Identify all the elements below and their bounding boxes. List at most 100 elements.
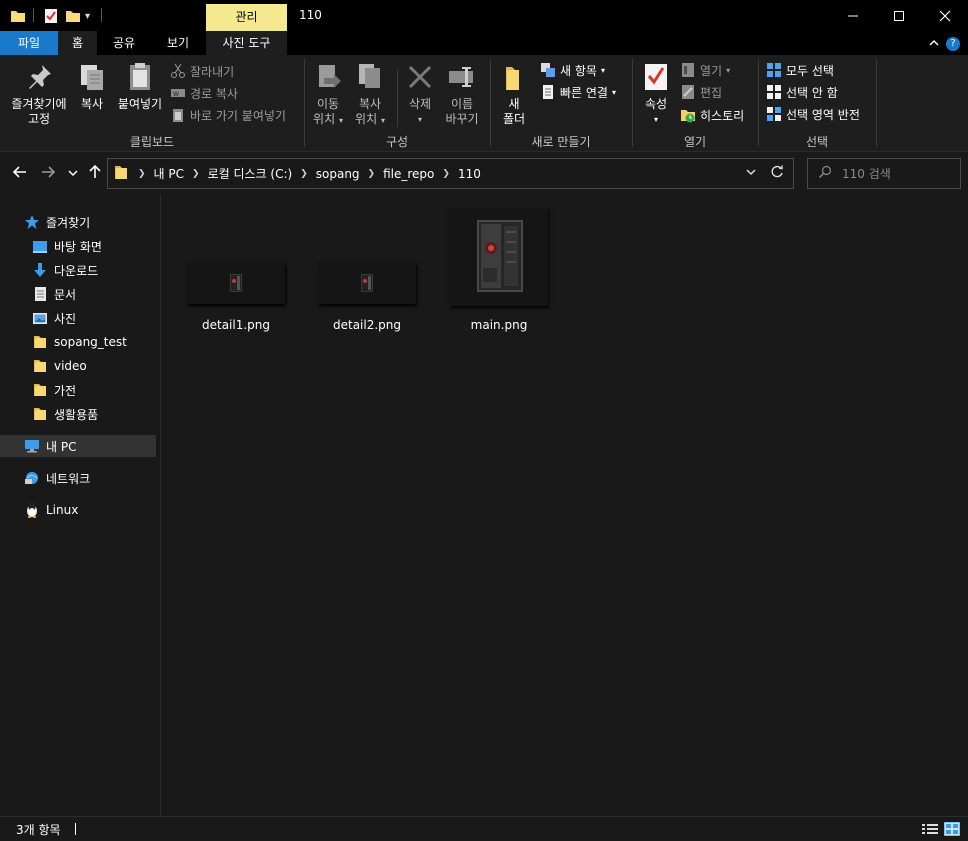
refresh-icon[interactable]: [769, 164, 785, 184]
document-icon: [32, 286, 48, 302]
help-button[interactable]: ?: [946, 31, 962, 55]
chevron-right-icon[interactable]: ❯: [442, 169, 450, 179]
properties-chevron-down-icon: ▾: [653, 115, 658, 124]
paste-shortcut-icon: [170, 107, 186, 123]
search-icon: [818, 165, 832, 182]
select-all-label: 모두 선택: [786, 63, 834, 78]
sidebar-item-label: Linux: [46, 503, 79, 517]
sidebar-item-household[interactable]: 생활용품: [32, 403, 156, 425]
minimize-button[interactable]: [830, 0, 876, 31]
copy-to-button[interactable]: 복사 위치 ▾: [352, 61, 388, 128]
close-button[interactable]: [922, 0, 968, 31]
folder-icon: [114, 164, 128, 183]
breadcrumb-this-pc[interactable]: 내 PC: [154, 165, 184, 182]
open-icon: [680, 62, 696, 78]
maximize-button[interactable]: [876, 0, 922, 31]
customize-toolbar-chevron-icon[interactable]: ▾: [85, 7, 90, 25]
sidebar-item-label: 가전: [54, 383, 77, 398]
address-history-chevron-down-icon[interactable]: [745, 166, 757, 181]
sidebar-item-downloads[interactable]: 다운로드 📌: [32, 259, 187, 281]
search-input[interactable]: [842, 166, 952, 181]
history-icon: [680, 107, 696, 123]
cut-button[interactable]: 잘라내기: [170, 61, 234, 81]
sidebar-item-video[interactable]: video: [32, 355, 156, 377]
pc-case-image: [477, 220, 523, 292]
pin-to-quick-access-button[interactable]: 즐겨찾기에 고정: [6, 61, 72, 127]
delete-chevron-down-icon: ▾: [417, 115, 422, 124]
navigation-bar: ❯ 내 PC ❯ 로컬 디스크 (C:) ❯ sopang ❯ file_rep…: [0, 152, 968, 194]
chevron-right-icon[interactable]: ❯: [300, 169, 308, 179]
history-label: 히스토리: [700, 108, 745, 123]
invert-selection-button[interactable]: 선택 영역 반전: [766, 104, 860, 124]
new-folder-label-line1: 새: [508, 97, 520, 111]
file-item-detail2[interactable]: detail2.png: [312, 206, 422, 336]
edit-button[interactable]: 편집: [680, 82, 722, 102]
sidebar-item-linux[interactable]: Linux: [24, 499, 180, 521]
open-button[interactable]: 열기 ▾: [680, 60, 730, 80]
delete-button[interactable]: 삭제 ▾: [404, 61, 436, 127]
toolbar-separator: [33, 8, 34, 22]
breadcrumb-current-folder[interactable]: 110: [458, 167, 481, 181]
select-none-button[interactable]: 선택 안 함: [766, 82, 838, 102]
select-none-icon: [766, 84, 782, 100]
collapse-ribbon-button[interactable]: [928, 31, 942, 55]
easy-access-button[interactable]: 빠른 연결 ▾: [540, 82, 616, 102]
recent-locations-chevron-down-icon[interactable]: [68, 168, 78, 181]
tab-file[interactable]: 파일: [0, 31, 58, 55]
large-icons-view-icon[interactable]: [943, 821, 961, 839]
properties-check-icon[interactable]: [43, 7, 59, 25]
back-arrow-icon[interactable]: [12, 164, 28, 184]
sidebar-item-network[interactable]: 네트워크: [24, 467, 180, 489]
tab-picture-tools[interactable]: 사진 도구: [206, 31, 287, 55]
file-item-main[interactable]: main.png: [444, 206, 554, 336]
move-to-icon: [312, 61, 344, 93]
rename-button[interactable]: 이름 바꾸기: [442, 61, 482, 127]
breadcrumb-file-repo[interactable]: file_repo: [383, 167, 434, 181]
select-all-button[interactable]: 모두 선택: [766, 60, 834, 80]
sidebar-item-this-pc[interactable]: 내 PC: [0, 435, 156, 457]
sidebar-item-label: 내 PC: [46, 439, 77, 454]
invert-selection-label: 선택 영역 반전: [786, 107, 860, 122]
new-item-label: 새 항목: [560, 63, 597, 78]
sidebar-item-label: 네트워크: [46, 471, 91, 486]
sidebar-item-documents[interactable]: 문서 📌: [32, 283, 187, 305]
network-icon: [24, 470, 40, 486]
sidebar-item-sopang-test[interactable]: sopang_test: [32, 331, 156, 353]
sidebar-item-quick-access[interactable]: 즐겨찾기: [24, 211, 180, 233]
chevron-right-icon[interactable]: ❯: [368, 169, 376, 179]
new-folder-icon[interactable]: [65, 7, 81, 25]
folder-icon: [32, 406, 48, 422]
up-arrow-icon[interactable]: [87, 164, 103, 184]
paste-label: 붙여넣기: [117, 97, 163, 111]
search-box[interactable]: [807, 158, 961, 189]
image-thumbnail: [186, 206, 286, 306]
copy-path-button[interactable]: W 경로 복사: [170, 83, 238, 103]
delete-x-icon: [404, 61, 436, 93]
copy-button[interactable]: 복사: [76, 61, 108, 112]
move-to-button[interactable]: 이동 위치 ▾: [310, 61, 346, 128]
chevron-right-icon[interactable]: ❯: [192, 169, 200, 179]
new-item-button[interactable]: 새 항목 ▾: [540, 60, 605, 80]
sidebar-item-appliances[interactable]: 가전: [32, 379, 156, 401]
folder-icon[interactable]: [10, 7, 26, 25]
breadcrumb-local-disk[interactable]: 로컬 디스크 (C:): [208, 165, 293, 182]
star-icon: [24, 214, 40, 230]
tab-view[interactable]: 보기: [155, 31, 201, 55]
sidebar-item-pictures[interactable]: 사진 📌: [32, 307, 187, 329]
tab-home[interactable]: 홈: [58, 31, 97, 55]
file-item-detail1[interactable]: detail1.png: [181, 206, 291, 336]
tab-manage[interactable]: 관리: [206, 4, 287, 31]
address-bar[interactable]: ❯ 내 PC ❯ 로컬 디스크 (C:) ❯ sopang ❯ file_rep…: [107, 158, 794, 189]
sidebar-item-desktop[interactable]: 바탕 화면 📌: [32, 235, 187, 257]
history-button[interactable]: 히스토리: [680, 105, 744, 125]
new-item-chevron-down-icon: ▾: [600, 65, 605, 75]
details-view-icon[interactable]: [922, 823, 938, 838]
properties-button[interactable]: 속성 ▾: [640, 61, 672, 127]
paste-shortcut-button[interactable]: 바로 가기 붙여넣기: [170, 105, 286, 125]
breadcrumb-sopang[interactable]: sopang: [316, 167, 360, 181]
forward-arrow-icon[interactable]: [40, 164, 56, 184]
tab-share[interactable]: 공유: [104, 31, 144, 55]
new-folder-button[interactable]: 새 폴더: [498, 61, 530, 127]
organize-group-label: 구성: [385, 135, 409, 149]
paste-button[interactable]: 붙여넣기: [114, 61, 166, 112]
